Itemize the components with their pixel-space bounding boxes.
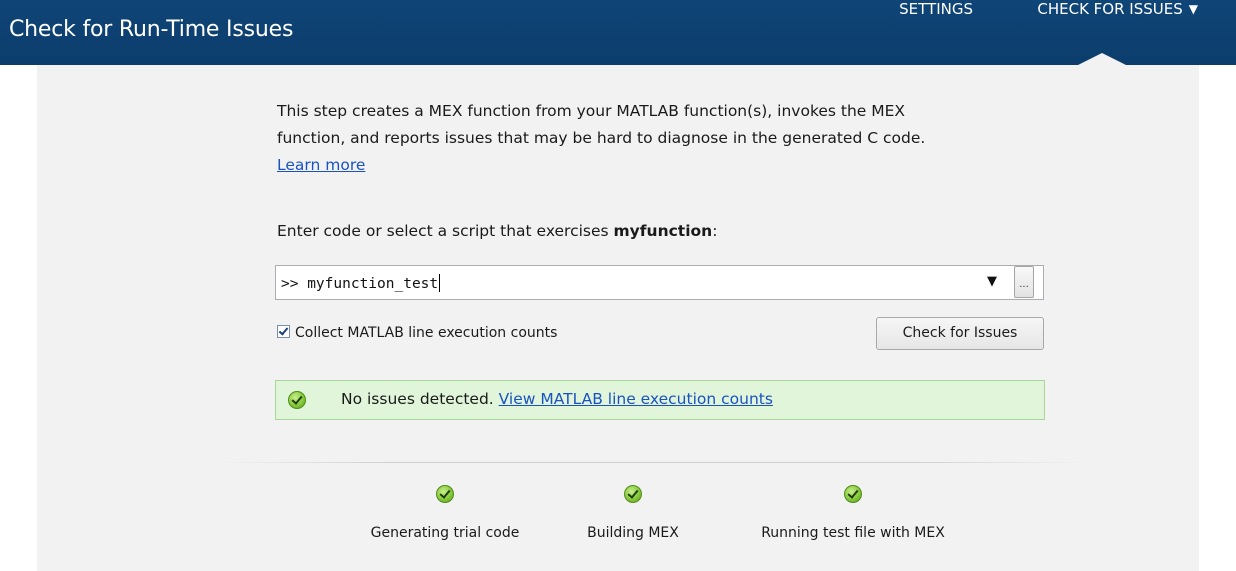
description-line-1: This step creates a MEX function from yo… [277,102,906,120]
main-panel: This step creates a MEX function from yo… [37,65,1199,571]
text-caret [439,274,441,292]
learn-more-link[interactable]: Learn more [277,156,365,174]
check-for-issues-button[interactable]: Check for Issues [876,317,1044,350]
nav-check-for-issues[interactable]: CHECK FOR ISSUES ▼ [1037,0,1198,18]
prompt-prefix: Enter code or select a script that exerc… [277,222,614,240]
step-running-test-file: Running test file with MEX [738,485,968,541]
collect-counts-checkbox[interactable] [277,325,290,338]
description-line-2: function, and reports issues that may be… [277,129,926,147]
collect-counts-label: Collect MATLAB line execution counts [295,325,558,341]
nav-settings[interactable]: SETTINGS [899,0,973,18]
code-prompt-label: Enter code or select a script that exerc… [277,222,717,240]
step-generating-trial-code: Generating trial code [360,485,530,541]
result-banner: No issues detected. View MATLAB line exe… [275,380,1045,420]
dropdown-arrow-icon[interactable]: ▼ [987,274,997,289]
prompt-suffix: : [712,222,718,240]
step-building-mex: Building MEX [573,485,693,541]
step-label: Generating trial code [370,525,520,541]
browse-button[interactable]: ... [1014,266,1034,298]
chevron-down-icon: ▼ [1188,2,1198,16]
check-icon [288,391,306,409]
code-input-text: >> myfunction_test [281,274,441,292]
app-window: Check for Run-Time Issues SETTINGS CHECK… [0,0,1236,571]
page-title: Check for Run-Time Issues [9,17,294,42]
step-label: Running test file with MEX [761,525,945,541]
collect-counts-option[interactable]: Collect MATLAB line execution counts [277,325,557,341]
active-tab-pointer [1078,53,1126,65]
function-name: myfunction [613,222,713,240]
divider [217,462,1087,463]
code-input-value: >> myfunction_test [281,276,439,292]
check-icon [844,485,862,503]
result-status: No issues detected. [341,390,499,408]
view-line-counts-link[interactable]: View MATLAB line execution counts [499,390,773,408]
result-message: No issues detected. View MATLAB line exe… [341,390,773,408]
check-icon [624,485,642,503]
nav-check-for-issues-label: CHECK FOR ISSUES [1037,0,1183,18]
step-label: Building MEX [587,525,679,541]
code-input[interactable]: >> myfunction_test ▼ ↵ [275,265,1044,300]
header-bar: Check for Run-Time Issues SETTINGS CHECK… [0,0,1236,65]
step-description: This step creates a MEX function from yo… [277,98,1067,179]
check-icon [436,485,454,503]
